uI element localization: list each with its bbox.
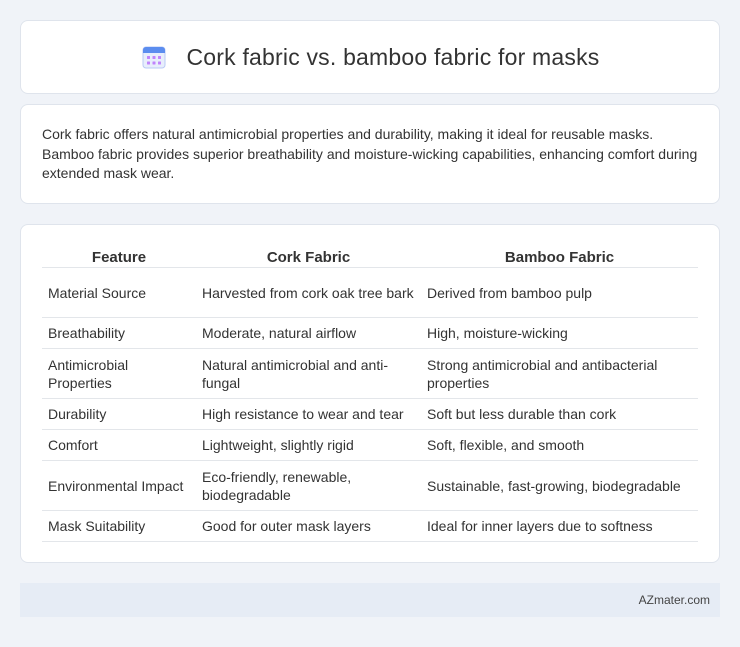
bamboo-cell: Ideal for inner layers due to softness	[421, 511, 698, 542]
feature-cell: Durability	[42, 399, 196, 430]
table-row: Comfort Lightweight, slightly rigid Soft…	[42, 430, 698, 461]
intro-text: Cork fabric offers natural antimicrobial…	[42, 126, 698, 181]
title-card: Cork fabric vs. bamboo fabric for masks	[20, 20, 720, 94]
footer-brand[interactable]: AZmater.com	[639, 593, 710, 607]
table-row: Environmental Impact Eco-friendly, renew…	[42, 461, 698, 511]
bamboo-cell: Soft, flexible, and smooth	[421, 430, 698, 461]
table-card: Feature Cork Fabric Bamboo Fabric Materi…	[20, 224, 720, 563]
feature-cell: Material Source	[42, 268, 196, 318]
cork-cell: Harvested from cork oak tree bark	[196, 268, 421, 318]
cork-cell: Moderate, natural airflow	[196, 318, 421, 349]
cork-cell: Natural antimicrobial and anti-fungal	[196, 349, 421, 399]
cork-cell: Good for outer mask layers	[196, 511, 421, 542]
bamboo-cell: Sustainable, fast-growing, biodegradable	[421, 461, 698, 511]
table-header-row: Feature Cork Fabric Bamboo Fabric	[42, 246, 698, 268]
calendar-icon	[141, 44, 167, 70]
page-title: Cork fabric vs. bamboo fabric for masks	[186, 43, 600, 70]
bamboo-cell: Strong antimicrobial and antibacterial p…	[421, 349, 698, 399]
feature-cell: Mask Suitability	[42, 511, 196, 542]
table-row: Material Source Harvested from cork oak …	[42, 268, 698, 318]
header-feature: Feature	[42, 246, 196, 268]
cork-cell: Lightweight, slightly rigid	[196, 430, 421, 461]
feature-cell: Antimicrobial Properties	[42, 349, 196, 399]
table-row: Durability High resistance to wear and t…	[42, 399, 698, 430]
cork-cell: Eco-friendly, renewable, biodegradable	[196, 461, 421, 511]
header-bamboo: Bamboo Fabric	[421, 246, 698, 268]
feature-cell: Comfort	[42, 430, 196, 461]
bamboo-cell: High, moisture-wicking	[421, 318, 698, 349]
intro-card: Cork fabric offers natural antimicrobial…	[20, 104, 720, 204]
bamboo-cell: Soft but less durable than cork	[421, 399, 698, 430]
feature-cell: Environmental Impact	[42, 461, 196, 511]
footer: AZmater.com	[20, 583, 720, 617]
comparison-table: Feature Cork Fabric Bamboo Fabric Materi…	[42, 246, 698, 542]
table-row: Antimicrobial Properties Natural antimic…	[42, 349, 698, 399]
header-cork: Cork Fabric	[196, 246, 421, 268]
cork-cell: High resistance to wear and tear	[196, 399, 421, 430]
table-row: Breathability Moderate, natural airflow …	[42, 318, 698, 349]
table-row: Mask Suitability Good for outer mask lay…	[42, 511, 698, 542]
bamboo-cell: Derived from bamboo pulp	[421, 268, 698, 318]
feature-cell: Breathability	[42, 318, 196, 349]
